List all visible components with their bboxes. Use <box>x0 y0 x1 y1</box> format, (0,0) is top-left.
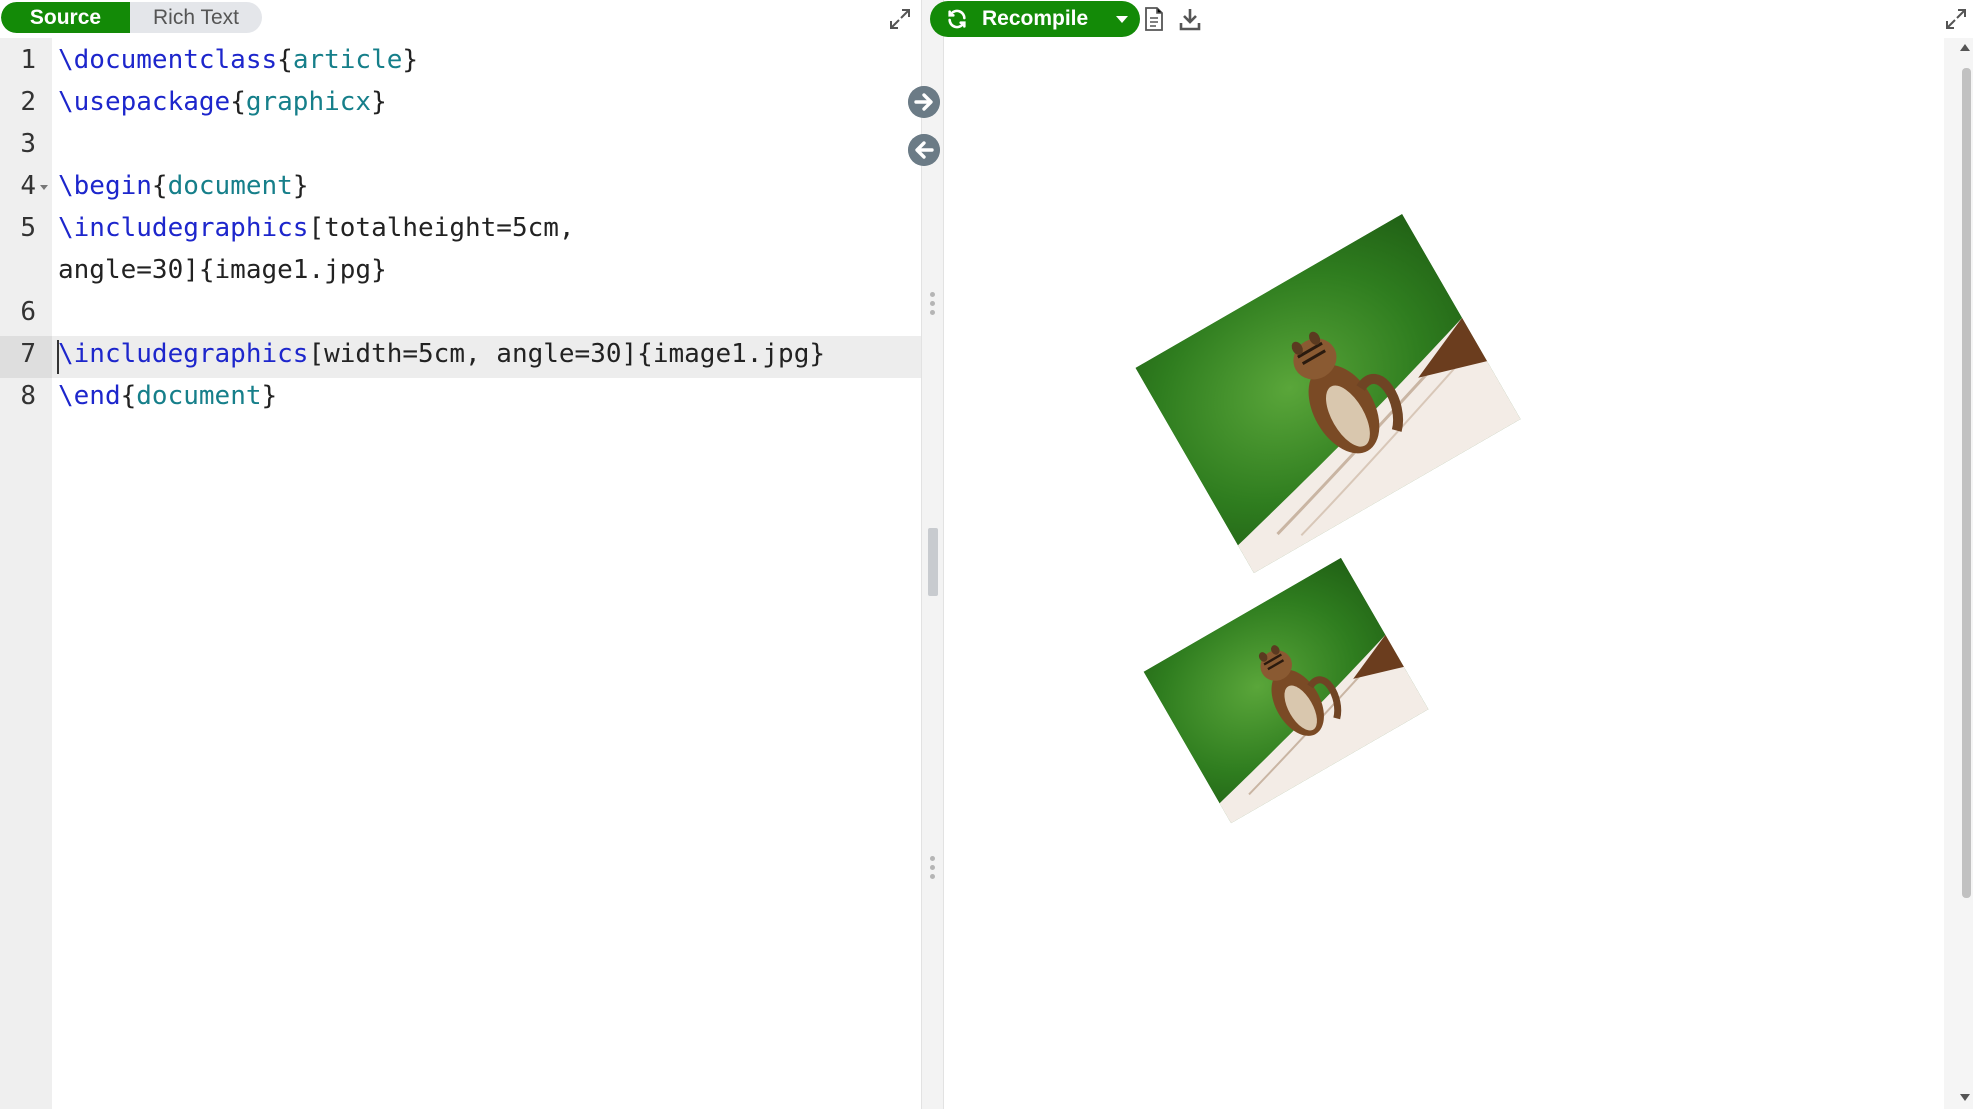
line-number-text: 6 <box>20 297 36 327</box>
code-text: { <box>151 171 168 201</box>
preview-toolbar: Recompile <box>930 0 1973 38</box>
scroll-down-arrow-icon[interactable] <box>1960 1094 1970 1101</box>
line-number-text: 8 <box>20 381 36 411</box>
recompile-button[interactable]: Recompile <box>930 1 1104 37</box>
document-icon[interactable] <box>1143 6 1165 32</box>
latex-argument: document <box>167 171 293 201</box>
rotated-chipmunk-image-small <box>1143 557 1429 824</box>
expand-icon[interactable] <box>1944 7 1968 31</box>
refresh-icon <box>948 9 966 29</box>
expand-icon[interactable] <box>888 7 912 31</box>
line-number: 3 <box>0 123 52 165</box>
code-text: } <box>261 381 278 411</box>
arrow-right-circle-icon[interactable] <box>908 86 940 118</box>
line-number: 4 <box>0 165 52 207</box>
line-number-text: 3 <box>20 129 36 159</box>
code-line[interactable]: angle=30]{image1.jpg} <box>58 249 387 291</box>
code-line[interactable]: \includegraphics[width=5cm, angle=30]{im… <box>58 333 825 375</box>
pdf-preview-pane: Recompile <box>930 0 1973 1109</box>
code-line[interactable]: \usepackage{graphicx} <box>58 81 387 123</box>
scrollbar-thumb[interactable] <box>1962 68 1971 898</box>
chipmunk-photo <box>1135 213 1521 574</box>
line-number-text: 7 <box>20 339 36 369</box>
line-number: 2 <box>0 81 52 123</box>
scroll-up-arrow-icon[interactable] <box>1960 44 1970 51</box>
latex-argument: graphicx <box>245 87 372 117</box>
line-number-text: 4 <box>20 171 36 201</box>
latex-command: \begin <box>58 171 152 201</box>
latex-argument: document <box>136 381 262 411</box>
code-text: } <box>292 171 309 201</box>
latex-command: \documentclass <box>58 45 278 75</box>
code-line[interactable]: \documentclass{article} <box>58 39 418 81</box>
chipmunk-photo <box>1143 557 1429 824</box>
source-mode-button[interactable]: Source <box>1 2 130 33</box>
code-text: angle=30]{image1.jpg} <box>58 255 387 285</box>
recompile-options-dropdown[interactable] <box>1104 1 1140 37</box>
latex-argument: article <box>292 45 403 75</box>
latex-command: \includegraphics <box>58 213 309 243</box>
recompile-label: Recompile <box>982 7 1089 30</box>
pdf-page <box>944 38 1944 1109</box>
rotated-chipmunk-image-large <box>1135 213 1521 574</box>
code-text: { <box>230 87 246 117</box>
collapse-pane-handle[interactable] <box>928 528 938 596</box>
source-editor-pane: Source Rich Text 1 2 3 4 5 6 7 8 \documentclass… <box>0 0 921 1109</box>
line-number: 6 <box>0 291 52 333</box>
download-icon[interactable] <box>1178 6 1202 32</box>
code-text: } <box>402 45 419 75</box>
editor-mode-toggle: Source Rich Text <box>1 2 262 33</box>
preview-scrollbar[interactable] <box>1944 38 1973 1109</box>
line-number-text: 1 <box>20 45 36 75</box>
line-number: 8 <box>0 375 52 417</box>
resize-grip-bottom[interactable] <box>930 856 935 883</box>
code-text: { <box>277 45 293 75</box>
code-text: [totalheight=5cm, <box>308 213 575 243</box>
arrow-left-circle-icon[interactable] <box>908 134 940 166</box>
line-number <box>0 249 52 291</box>
fold-toggle-icon[interactable] <box>40 185 48 190</box>
latex-command: \usepackage <box>58 87 231 117</box>
line-number-text: 2 <box>20 87 36 117</box>
latex-command: \includegraphics <box>58 339 309 369</box>
line-number-gutter: 1 2 3 4 5 6 7 8 <box>0 38 52 1109</box>
line-number: 5 <box>0 207 52 249</box>
code-text: { <box>120 381 137 411</box>
pdf-viewport[interactable] <box>944 38 1944 1109</box>
rich-text-mode-button[interactable]: Rich Text <box>130 2 262 33</box>
editor-toolbar: Source Rich Text <box>0 0 921 39</box>
line-number-text: 5 <box>20 213 36 243</box>
latex-command: \end <box>58 381 121 411</box>
code-text: [width=5cm, angle=30]{image1.jpg} <box>308 339 826 369</box>
code-line[interactable]: \end{document} <box>58 375 277 417</box>
code-line[interactable]: \includegraphics[totalheight=5cm, <box>58 207 575 249</box>
resize-grip-top[interactable] <box>930 292 935 319</box>
pane-splitter[interactable] <box>921 0 944 1109</box>
line-number: 7 <box>0 333 52 375</box>
code-editor[interactable]: \documentclass{article} \usepackage{graph… <box>52 38 921 1109</box>
code-text: } <box>371 87 387 117</box>
line-number: 1 <box>0 39 52 81</box>
code-line[interactable]: \begin{document} <box>58 165 308 207</box>
